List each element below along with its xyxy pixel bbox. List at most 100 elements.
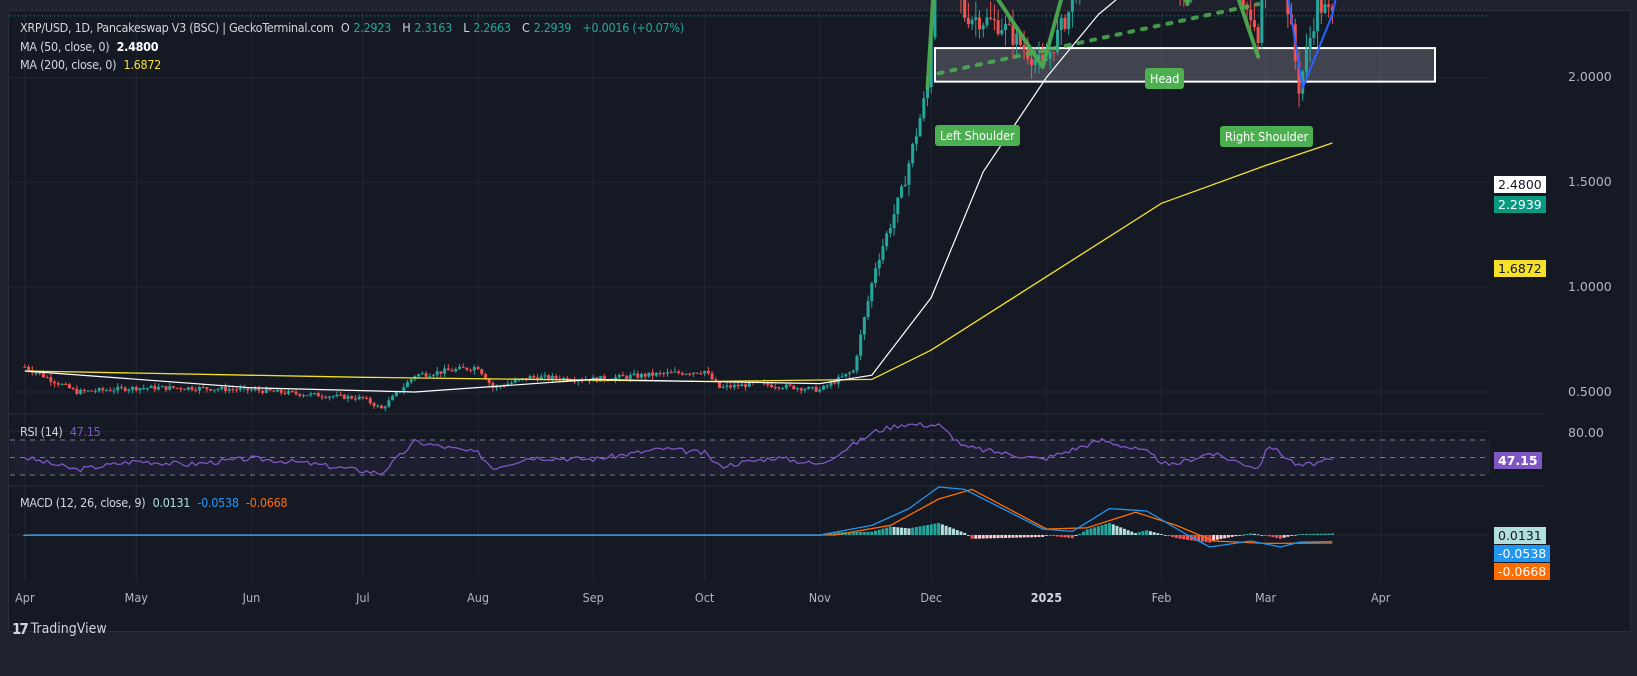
candle-body <box>439 371 443 374</box>
macd-histogram-bar <box>1171 535 1175 538</box>
ohlc-open: O 2.2923 <box>340 20 391 35</box>
candle-body <box>231 389 235 391</box>
candle-body <box>487 379 491 384</box>
ohlc-close: C 2.2939 <box>522 20 572 35</box>
candle-body <box>164 386 168 390</box>
candle-body <box>881 246 885 261</box>
macd-histogram-bar <box>929 524 933 535</box>
candle-body <box>476 367 480 370</box>
chart-canvas[interactable] <box>0 0 1637 676</box>
candle-body <box>261 390 265 393</box>
macd-histogram-bar <box>1089 528 1093 535</box>
candle-body <box>907 163 911 185</box>
time-tick: 2025 <box>1030 590 1063 605</box>
candle-body <box>160 386 164 388</box>
macd-histogram-bar <box>1316 533 1320 535</box>
macd-histogram-bar <box>877 529 881 535</box>
macd-histogram-bar <box>1015 535 1019 538</box>
head-label[interactable]: Head <box>1145 68 1185 89</box>
candle-body <box>127 389 131 391</box>
macd-histogram-bar <box>1041 535 1045 537</box>
macd-histogram-bar <box>874 530 878 535</box>
candle-body <box>324 397 328 399</box>
candle-body <box>283 392 287 394</box>
candle-body <box>454 369 458 372</box>
candle-body <box>1022 44 1026 50</box>
candle-body <box>550 375 554 380</box>
ma50-price-badge: 2.4800 <box>1494 176 1546 193</box>
macd-histogram-bar <box>1293 534 1297 536</box>
candle-body <box>914 136 918 144</box>
macd-histogram-bar <box>985 535 989 539</box>
candle-body <box>372 403 376 407</box>
candle-body <box>361 396 365 398</box>
candle-body <box>446 368 450 371</box>
macd-histogram-bar <box>1007 535 1011 538</box>
candle-body <box>665 372 669 374</box>
macd-histogram-bar <box>952 528 956 535</box>
macd-histogram-bar <box>1319 533 1323 535</box>
candle-body <box>275 389 279 392</box>
candle-body <box>647 372 651 377</box>
candle-body <box>643 373 647 377</box>
candle-body <box>201 387 205 389</box>
right-shoulder-label[interactable]: Right Shoulder <box>1220 126 1314 147</box>
candle-body <box>725 385 729 387</box>
macd-histogram-bar <box>1096 526 1100 535</box>
candle-body <box>825 385 829 387</box>
ma50-legend[interactable]: MA (50, close, 0) 2.4800 <box>20 39 162 54</box>
candle-body <box>885 233 889 247</box>
candle-body <box>491 383 495 389</box>
candle-body <box>268 388 272 391</box>
macd-histogram-bar <box>933 523 937 535</box>
macd-histogram-bar <box>1301 533 1305 535</box>
candle-body <box>717 381 721 388</box>
candle-body <box>1052 52 1056 54</box>
candle-body <box>376 405 380 407</box>
candle-body <box>1030 58 1034 66</box>
candle-body <box>784 384 788 389</box>
candle-body <box>186 387 190 390</box>
candle-body <box>327 396 331 398</box>
macd-histogram-bar <box>1163 535 1167 536</box>
macd-histogram-bar <box>1275 535 1279 538</box>
ma200-legend[interactable]: MA (200, close, 0) 1.6872 <box>20 57 165 72</box>
candle-body <box>621 374 625 377</box>
macd-histogram-bar <box>1174 535 1178 539</box>
macd-histogram-bar <box>918 526 922 535</box>
macd-histogram-bar <box>1156 533 1160 535</box>
macd-histogram-bar <box>963 532 967 535</box>
macd-histogram-bar <box>1282 535 1286 538</box>
macd-legend[interactable]: MACD (12, 26, close, 9) 0.0131 -0.0538 -… <box>20 495 291 510</box>
candle-body <box>64 383 68 385</box>
candle-body <box>892 214 896 229</box>
candle-body <box>205 387 209 390</box>
candle-body <box>677 371 681 374</box>
candle-body <box>1256 27 1260 43</box>
tradingview-brand[interactable]: 17 TradingView <box>12 620 107 638</box>
candle-body <box>420 373 424 375</box>
candle-body <box>688 373 692 375</box>
candle-body <box>632 373 636 376</box>
rsi-legend[interactable]: RSI (14) 47.15 <box>20 424 105 439</box>
macd-histogram-bar <box>1030 535 1034 538</box>
macd-histogram-bar <box>1297 533 1301 535</box>
ma200-value: 1.6872 <box>123 57 162 72</box>
candle-body <box>197 387 201 391</box>
candle-body <box>770 384 774 388</box>
candle-body <box>264 388 268 393</box>
candle-body <box>123 387 127 391</box>
macd-histogram-bar <box>900 527 904 535</box>
macd-histogram-bar <box>1063 535 1067 538</box>
macd-histogram-bar <box>1260 535 1264 536</box>
left-shoulder-label[interactable]: Left Shoulder <box>935 125 1020 146</box>
macd-histogram-bar <box>1178 535 1182 539</box>
macd-histogram-bar <box>855 531 859 535</box>
candle-body <box>149 385 153 388</box>
time-tick: Oct <box>694 590 715 605</box>
rsi-tick-80: 80.00 <box>1568 425 1604 440</box>
candle-body <box>662 373 666 375</box>
ohlc-low: L 2.2663 <box>463 20 511 35</box>
candle-body <box>212 389 216 391</box>
macd-histogram-bar <box>1037 535 1041 538</box>
